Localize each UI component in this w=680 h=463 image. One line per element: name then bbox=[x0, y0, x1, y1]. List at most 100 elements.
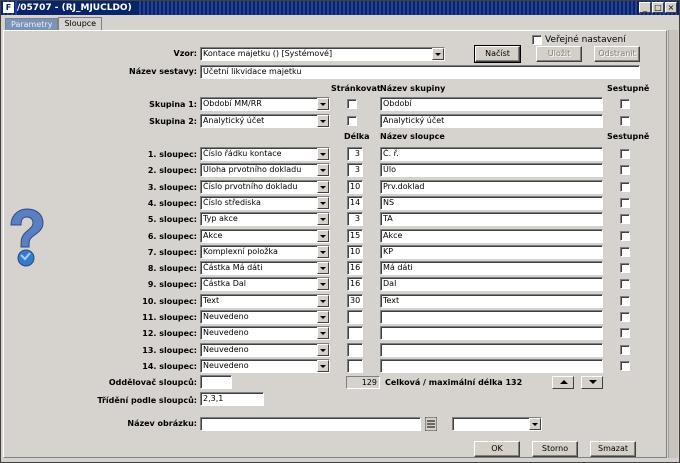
smazat-button[interactable]: Smazat bbox=[590, 441, 636, 457]
column-descending-checkbox[interactable] bbox=[620, 197, 630, 208]
column-field-select[interactable]: Akce bbox=[200, 228, 330, 243]
column-name-input[interactable]: TA bbox=[380, 212, 603, 227]
column-length-input[interactable]: 3 bbox=[347, 163, 363, 178]
chevron-down-icon[interactable] bbox=[317, 180, 329, 193]
column-field-select[interactable]: Neuvedeno bbox=[200, 310, 330, 324]
column-descending-checkbox[interactable] bbox=[620, 312, 630, 322]
column-field-select[interactable]: Neuvedeno bbox=[200, 326, 330, 341]
chevron-down-icon[interactable] bbox=[317, 343, 329, 356]
column-name-input[interactable] bbox=[380, 342, 603, 357]
column-descending-checkbox[interactable] bbox=[620, 165, 630, 176]
column-descending-checkbox[interactable] bbox=[620, 360, 630, 371]
minimize-icon[interactable]: _ bbox=[639, 2, 651, 13]
tab-sloupce[interactable]: Sloupce bbox=[58, 17, 103, 30]
column-name-input[interactable]: Úlo bbox=[380, 163, 603, 178]
column-name-input[interactable]: Prv.doklad bbox=[380, 179, 603, 194]
page-break-checkbox[interactable] bbox=[347, 116, 357, 126]
column-name-input[interactable]: Akce bbox=[380, 228, 603, 243]
ok-button[interactable]: OK bbox=[474, 441, 520, 457]
chevron-down-icon[interactable] bbox=[317, 164, 329, 177]
column-descending-checkbox[interactable] bbox=[620, 181, 630, 192]
column-length-input[interactable]: 16 bbox=[347, 277, 363, 292]
column-name-input[interactable]: Č. ř. bbox=[380, 147, 603, 161]
odstranit-button[interactable]: Odstranit bbox=[594, 46, 640, 62]
column-descending-checkbox[interactable] bbox=[620, 149, 630, 159]
column-length-input[interactable]: 30 bbox=[347, 293, 363, 308]
chevron-down-icon[interactable] bbox=[317, 148, 329, 160]
chevron-down-icon[interactable] bbox=[317, 98, 329, 110]
column-descending-checkbox[interactable] bbox=[620, 328, 630, 339]
column-descending-checkbox[interactable] bbox=[620, 263, 630, 274]
column-field-select[interactable]: Neuvedeno bbox=[200, 358, 330, 373]
column-length-input[interactable]: 16 bbox=[347, 261, 363, 276]
image-name-input[interactable] bbox=[200, 417, 421, 431]
nacist-button[interactable]: Načíst bbox=[474, 45, 521, 63]
chevron-down-icon[interactable] bbox=[529, 418, 541, 430]
chevron-down-icon[interactable] bbox=[317, 294, 329, 307]
column-field-select[interactable]: Číslo řádku kontace bbox=[200, 147, 330, 161]
column-name-input[interactable]: Text bbox=[380, 293, 603, 308]
image-type-select[interactable] bbox=[452, 417, 542, 431]
report-name-input[interactable]: Účetní likvidace majetku bbox=[200, 65, 640, 79]
column-field-select[interactable]: Typ akce bbox=[200, 212, 330, 227]
group-descending-checkbox[interactable] bbox=[620, 116, 630, 126]
column-descending-checkbox[interactable] bbox=[620, 295, 630, 306]
chevron-down-icon[interactable] bbox=[317, 262, 329, 275]
column-name-input[interactable]: NS bbox=[380, 195, 603, 210]
column-descending-checkbox[interactable] bbox=[620, 344, 630, 355]
column-length-input[interactable] bbox=[347, 358, 363, 373]
column-name-input[interactable] bbox=[380, 310, 603, 324]
move-down-button[interactable] bbox=[581, 376, 603, 389]
chevron-down-icon[interactable] bbox=[317, 311, 329, 323]
separator-input[interactable] bbox=[200, 375, 232, 389]
column-name-input[interactable]: Dal bbox=[380, 277, 603, 292]
chevron-down-icon[interactable] bbox=[317, 359, 329, 372]
column-descending-checkbox[interactable] bbox=[620, 246, 630, 257]
column-field-select[interactable]: Částka Dal bbox=[200, 277, 330, 292]
maximize-icon[interactable]: □ bbox=[652, 2, 664, 13]
column-descending-checkbox[interactable] bbox=[620, 279, 630, 290]
public-settings-checkbox[interactable] bbox=[532, 35, 542, 45]
column-name-input[interactable]: KP bbox=[380, 244, 603, 259]
group-descending-checkbox[interactable] bbox=[620, 99, 630, 109]
group-field-select[interactable]: Analytický účet bbox=[200, 114, 330, 128]
sort-input[interactable]: 2,3,1 bbox=[200, 392, 264, 406]
chevron-down-icon[interactable] bbox=[317, 245, 329, 258]
column-length-input[interactable] bbox=[347, 326, 363, 341]
column-field-select[interactable]: Text bbox=[200, 293, 330, 308]
vzor-select[interactable]: Kontace majetku () [Systémové] bbox=[200, 47, 445, 61]
title-bar[interactable]: F /05707 - (RJ_MJUCLDO) _ □ × bbox=[1, 1, 679, 15]
move-up-button[interactable] bbox=[552, 376, 574, 389]
column-name-input[interactable] bbox=[380, 326, 603, 341]
column-length-input[interactable]: 3 bbox=[347, 212, 363, 227]
column-length-input[interactable]: 10 bbox=[347, 244, 363, 259]
column-length-input[interactable]: 14 bbox=[347, 195, 363, 210]
column-name-input[interactable] bbox=[380, 358, 603, 373]
column-field-select[interactable]: Číslo střediska bbox=[200, 195, 330, 210]
column-descending-checkbox[interactable] bbox=[620, 230, 630, 241]
group-name-input[interactable]: Analytický účet bbox=[380, 114, 603, 128]
column-length-input[interactable] bbox=[347, 342, 363, 357]
column-length-input[interactable]: 3 bbox=[347, 147, 363, 161]
column-field-select[interactable]: Neuvedeno bbox=[200, 342, 330, 357]
list-icon[interactable] bbox=[425, 417, 437, 431]
group-field-select[interactable]: Období MM/RR bbox=[200, 97, 330, 111]
group-name-input[interactable]: Období bbox=[380, 97, 603, 111]
chevron-down-icon[interactable] bbox=[317, 229, 329, 242]
page-break-checkbox[interactable] bbox=[347, 99, 357, 109]
close-icon[interactable]: × bbox=[665, 2, 677, 13]
storno-button[interactable]: Storno bbox=[532, 441, 578, 457]
chevron-down-icon[interactable] bbox=[317, 213, 329, 226]
column-length-input[interactable]: 15 bbox=[347, 228, 363, 243]
chevron-down-icon[interactable] bbox=[317, 278, 329, 291]
column-descending-checkbox[interactable] bbox=[620, 214, 630, 225]
column-field-select[interactable]: Částka Má dáti bbox=[200, 261, 330, 276]
ulozit-button[interactable]: Uložit bbox=[536, 46, 582, 62]
vertical-scrollbar[interactable] bbox=[668, 30, 678, 458]
column-field-select[interactable]: Úloha prvotního dokladu bbox=[200, 163, 330, 178]
chevron-down-icon[interactable] bbox=[317, 196, 329, 209]
column-field-select[interactable]: Komplexní položka bbox=[200, 244, 330, 259]
chevron-down-icon[interactable] bbox=[317, 327, 329, 340]
chevron-down-icon[interactable] bbox=[317, 115, 329, 127]
chevron-down-icon[interactable] bbox=[432, 48, 444, 60]
